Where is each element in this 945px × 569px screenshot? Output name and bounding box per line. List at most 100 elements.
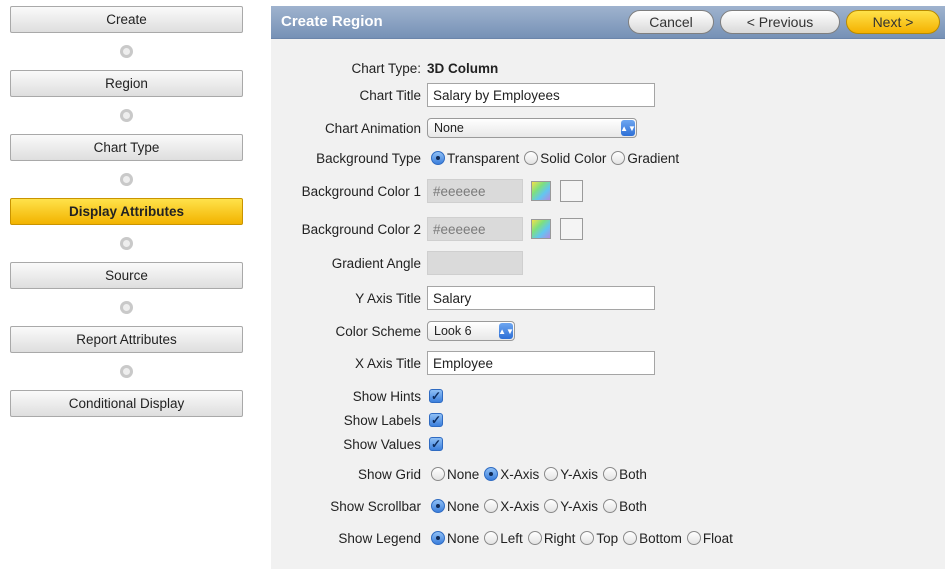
chart-type-value: 3D Column — [427, 60, 499, 76]
radio-selected-icon — [484, 467, 499, 481]
show-hints-checkbox[interactable]: ✓ — [429, 389, 443, 403]
show-legend-none[interactable]: None — [427, 531, 479, 546]
chart-type-label: Chart Type: — [351, 60, 421, 76]
step-connector — [10, 97, 243, 134]
step-report-attributes[interactable]: Report Attributes — [10, 326, 243, 353]
option-label: Both — [619, 466, 647, 482]
step-connector — [10, 161, 243, 198]
show-scrollbar-x-axis[interactable]: X-Axis — [480, 499, 539, 514]
row-chart-type: Chart Type: 3D Column — [271, 56, 945, 80]
step-connector — [10, 289, 243, 326]
step-connector — [10, 33, 243, 70]
region-header: Create Region Cancel < Previous Next > — [271, 6, 945, 39]
show-scrollbar-both[interactable]: Both — [599, 499, 647, 514]
wizard-steps: Create Region Chart Type Display Attribu… — [10, 6, 243, 417]
row-background-color-2: Background Color 2 — [271, 217, 945, 241]
background-color-1-label: Background Color 1 — [301, 183, 421, 199]
row-show-values: Show Values ✓ — [271, 432, 945, 456]
background-color-2-label: Background Color 2 — [301, 221, 421, 237]
show-scrollbar-y-axis[interactable]: Y-Axis — [540, 499, 598, 514]
chart-animation-label: Chart Animation — [324, 120, 421, 136]
y-axis-title-label: Y Axis Title — [355, 290, 421, 306]
row-background-type: Background Type Transparent Solid Color … — [271, 146, 945, 170]
row-show-grid: Show Grid None X-Axis Y-Axis Both — [271, 462, 945, 486]
option-label: X-Axis — [500, 498, 540, 514]
gradient-angle-label: Gradient Angle — [331, 255, 421, 271]
radio-icon — [484, 499, 499, 513]
show-labels-checkbox[interactable]: ✓ — [429, 413, 443, 427]
option-label: Y-Axis — [560, 466, 599, 482]
chart-title-input[interactable] — [427, 83, 655, 107]
step-connector-icon — [120, 173, 133, 186]
y-axis-title-input[interactable] — [427, 286, 655, 310]
row-x-axis-title: X Axis Title — [271, 351, 945, 375]
row-chart-title: Chart Title — [271, 83, 945, 107]
step-connector-icon — [120, 237, 133, 250]
show-legend-float[interactable]: Float — [683, 531, 733, 546]
radio-icon — [603, 467, 618, 481]
background-type-solid-color[interactable]: Solid Color — [520, 151, 606, 166]
option-label: Bottom — [639, 530, 682, 546]
step-connector — [10, 225, 243, 262]
step-create[interactable]: Create — [10, 6, 243, 33]
row-show-legend: Show Legend None Left Right Top Bottom F… — [271, 526, 945, 550]
show-scrollbar-label: Show Scrollbar — [330, 498, 421, 514]
show-labels-label: Show Labels — [343, 412, 421, 428]
color-scheme-label: Color Scheme — [335, 323, 421, 339]
option-label: None — [447, 498, 480, 514]
row-gradient-angle: Gradient Angle — [271, 251, 945, 275]
show-values-checkbox[interactable]: ✓ — [429, 437, 443, 451]
step-region[interactable]: Region — [10, 70, 243, 97]
step-connector-icon — [120, 301, 133, 314]
color-picker-icon[interactable] — [531, 219, 551, 239]
radio-selected-icon — [431, 531, 445, 545]
show-legend-bottom[interactable]: Bottom — [619, 531, 682, 546]
gradient-angle-input — [427, 251, 523, 275]
row-color-scheme: Color Scheme Look 6 ▲▼ — [271, 319, 945, 343]
option-label: Gradient — [627, 150, 680, 166]
step-source[interactable]: Source — [10, 262, 243, 289]
show-grid-both[interactable]: Both — [599, 467, 647, 482]
radio-icon — [524, 151, 539, 165]
background-color-1-input — [427, 179, 523, 203]
option-label: Both — [619, 498, 647, 514]
row-show-labels: Show Labels ✓ — [271, 408, 945, 432]
radio-icon — [623, 531, 638, 545]
step-conditional-display[interactable]: Conditional Display — [10, 390, 243, 417]
option-label: Left — [500, 530, 523, 546]
option-label: Right — [543, 530, 576, 546]
next-button[interactable]: Next > — [846, 10, 940, 34]
step-connector — [10, 353, 243, 390]
option-label: Top — [596, 530, 619, 546]
chart-title-label: Chart Title — [359, 87, 421, 103]
option-label: Float — [702, 530, 733, 546]
show-grid-none[interactable]: None — [427, 467, 479, 482]
select-arrows-icon: ▲▼ — [498, 323, 514, 339]
chart-animation-value: None — [434, 121, 464, 135]
chart-animation-select[interactable]: None ▲▼ — [427, 118, 637, 138]
step-display-attributes[interactable]: Display Attributes — [10, 198, 243, 225]
color-scheme-select[interactable]: Look 6 ▲▼ — [427, 321, 515, 341]
step-chart-type[interactable]: Chart Type — [10, 134, 243, 161]
radio-icon — [603, 499, 618, 513]
row-y-axis-title: Y Axis Title — [271, 286, 945, 310]
show-grid-x-axis[interactable]: X-Axis — [480, 467, 539, 482]
radio-icon — [431, 467, 445, 481]
x-axis-title-input[interactable] — [427, 351, 655, 375]
color-picker-icon[interactable] — [531, 181, 551, 201]
cancel-button[interactable]: Cancel — [628, 10, 714, 34]
show-scrollbar-none[interactable]: None — [427, 499, 479, 514]
background-type-gradient[interactable]: Gradient — [607, 151, 679, 166]
show-grid-y-axis[interactable]: Y-Axis — [540, 467, 598, 482]
show-legend-top[interactable]: Top — [576, 531, 618, 546]
radio-icon — [686, 531, 701, 545]
show-legend-left[interactable]: Left — [480, 531, 523, 546]
show-legend-right[interactable]: Right — [524, 530, 576, 546]
background-color-2-input — [427, 217, 523, 241]
row-show-hints: Show Hints ✓ — [271, 384, 945, 408]
previous-button[interactable]: < Previous — [720, 10, 840, 34]
select-arrows-icon: ▲▼ — [620, 120, 636, 136]
radio-icon — [611, 151, 626, 165]
show-values-label: Show Values — [343, 436, 421, 452]
background-type-transparent[interactable]: Transparent — [427, 151, 519, 166]
